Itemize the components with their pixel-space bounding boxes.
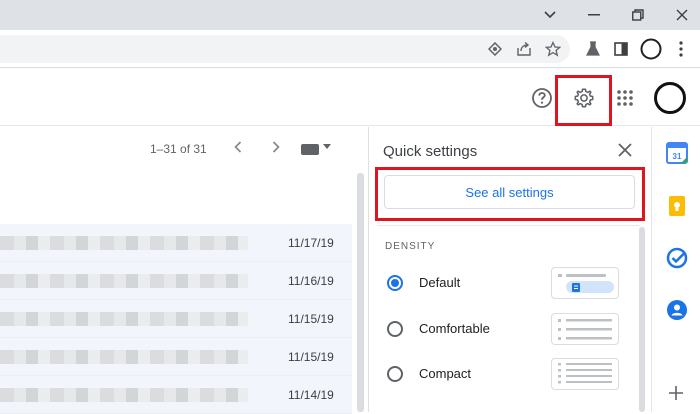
redacted-mail-content [0,274,248,288]
apps-grid-icon[interactable] [607,80,643,116]
older-page-icon[interactable] [228,139,248,159]
contacts-icon[interactable] [666,299,688,321]
density-option-label: Default [419,275,461,290]
account-avatar[interactable] [650,78,690,118]
radio-compact[interactable] [387,366,403,382]
lens-icon[interactable] [484,38,506,60]
browser-menu-icon[interactable] [670,38,692,60]
labs-flask-icon[interactable] [582,38,604,60]
add-icon[interactable] [668,385,690,407]
mail-row[interactable]: 11/15/19 [0,338,352,376]
close-icon[interactable] [613,139,637,163]
density-option-compact[interactable]: Compact [385,358,645,392]
mail-list-scroll-thumb[interactable] [357,173,364,412]
newer-page-icon[interactable] [266,139,286,159]
minimize-button[interactable] [582,4,606,26]
redacted-mail-content [0,236,248,250]
divider [377,225,641,226]
density-heading: DENSITY [385,241,436,252]
mail-row[interactable]: 11/16/19 [0,262,352,300]
browser-toolbar [0,30,700,68]
density-compact-preview-icon [551,358,619,390]
gmail-header [0,68,700,126]
density-option-label: Comfortable [419,321,490,336]
mail-row[interactable]: 11/14/19 [0,376,352,414]
mail-list: 1–31 of 31 11/17/19 11/16/19 11/15/19 11… [0,127,368,414]
mail-row[interactable]: 11/15/19 [0,300,352,338]
input-tools-keyboard-icon[interactable] [301,144,319,155]
density-option-label: Compact [419,366,472,381]
svg-text:31: 31 [673,152,682,161]
mail-list-toolbar: 1–31 of 31 [0,127,352,171]
radio-comfortable[interactable] [387,321,403,337]
quick-settings-panel: Quick settings See all settings DENSITY … [368,127,651,412]
density-default-preview-icon [551,267,619,299]
pagination-count: 1–31 of 31 [150,142,207,156]
share-icon[interactable] [513,38,535,60]
mail-date: 11/17/19 [288,236,334,250]
mail-date: 11/15/19 [288,312,334,326]
bookmark-star-icon[interactable] [542,38,564,60]
tasks-icon[interactable] [666,247,688,269]
see-all-settings-button[interactable]: See all settings [384,175,635,209]
redacted-mail-content [0,312,248,326]
calendar-icon[interactable]: 31 [666,142,688,164]
tab-search-chevron-icon[interactable] [538,4,562,26]
keep-icon[interactable] [666,195,688,217]
quick-settings-title: Quick settings [383,143,478,160]
restore-button[interactable] [626,4,650,26]
density-option-comfortable[interactable]: Comfortable [385,313,645,347]
mail-list-scrollbar[interactable] [352,127,368,412]
browser-titlebar [0,0,700,30]
close-window-button[interactable] [670,4,694,26]
side-app-rail: 31 [651,127,700,412]
radio-default[interactable] [387,275,403,291]
redacted-mail-content [0,388,248,402]
profile-avatar-icon[interactable] [640,38,662,60]
side-panel-icon[interactable] [610,38,632,60]
mail-date: 11/16/19 [288,274,334,288]
redacted-mail-content [0,350,248,364]
density-option-default[interactable]: Default [385,267,645,301]
settings-highlight-box [555,75,612,126]
mail-date: 11/15/19 [288,350,334,364]
density-comfortable-preview-icon [551,313,619,345]
input-tools-dropdown-icon[interactable] [323,141,331,151]
mail-row[interactable]: 11/17/19 [0,224,352,262]
mail-date: 11/14/19 [288,388,334,402]
quick-settings-scrollbar[interactable] [639,227,645,412]
